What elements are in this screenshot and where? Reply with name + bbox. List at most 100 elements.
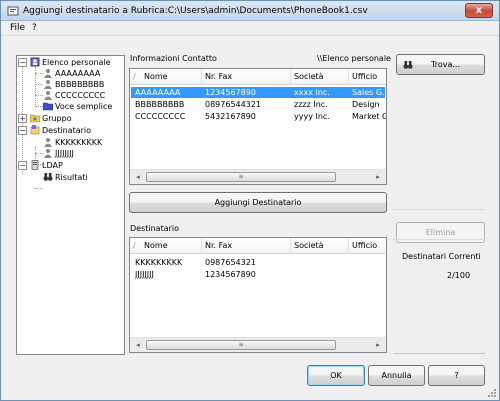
- column-sort-icon: /: [133, 72, 136, 81]
- find-button-label: Trova...: [431, 60, 460, 69]
- horizontal-scrollbar[interactable]: ◂ ≡ ▸: [130, 337, 386, 352]
- tree-label: AAAAAAAA: [55, 69, 101, 78]
- menu-help[interactable]: ?: [32, 23, 37, 33]
- contact-info-label: Informazioni Contatto: [130, 54, 217, 63]
- address-book-tree[interactable]: − Elenco personale AAAAAAAA BBBBBBBBB CC…: [16, 55, 125, 355]
- column-sort-icon: /: [133, 241, 136, 250]
- divider: [393, 239, 485, 240]
- cell-name: CCCCCCCCC: [135, 112, 186, 121]
- person-icon: [44, 138, 52, 147]
- scroll-thumb[interactable]: ≡: [146, 340, 336, 350]
- tree-label: BBBBBBBBB: [55, 80, 105, 89]
- person-icon: [44, 149, 52, 158]
- person-icon: [44, 80, 52, 89]
- folder-icon: [43, 102, 53, 111]
- tree-line: [35, 95, 43, 96]
- column-company[interactable]: Società: [294, 241, 324, 250]
- recipient-label: Destinatario: [130, 224, 180, 233]
- cell-name: JJJJJJJJ: [135, 270, 154, 279]
- current-recipients-count: 2/100: [447, 271, 471, 280]
- ok-button-label: OK: [330, 371, 342, 380]
- tree-label: Voce semplice: [55, 102, 113, 111]
- cancel-button[interactable]: Annulla: [368, 365, 425, 386]
- column-separator[interactable]: [201, 69, 202, 85]
- column-name[interactable]: Nome: [144, 72, 168, 81]
- help-button[interactable]: ?: [428, 365, 485, 386]
- add-recipient-button[interactable]: Aggiungi Destinatario: [129, 192, 387, 213]
- tree-node-group[interactable]: Gruppo: [30, 113, 72, 124]
- column-separator[interactable]: [290, 238, 291, 254]
- expand-toggle-recipient[interactable]: −: [18, 126, 27, 135]
- horizontal-scrollbar[interactable]: ◂ ≡ ▸: [130, 169, 386, 184]
- cancel-button-label: Annulla: [381, 371, 412, 380]
- tree-label: Destinatario: [42, 126, 92, 135]
- tree-node-recipient[interactable]: Destinatario: [30, 125, 91, 136]
- menu-bar: File ?: [1, 21, 499, 36]
- expand-toggle-personal[interactable]: −: [18, 58, 27, 67]
- tree-label: Gruppo: [42, 114, 72, 123]
- divider: [393, 209, 485, 210]
- cell-company: zzzz Inc.: [294, 100, 328, 109]
- recipient-list-header: / Nome Nr. Fax Società Ufficio: [130, 238, 386, 254]
- menu-file[interactable]: File: [10, 23, 25, 33]
- cell-fax: 0987654321: [205, 258, 256, 267]
- tree-line: [35, 188, 43, 189]
- column-company[interactable]: Società: [294, 72, 324, 81]
- find-button[interactable]: Trova...: [396, 54, 485, 75]
- tree-label: Risultati: [55, 173, 88, 182]
- expand-toggle-group[interactable]: +: [18, 114, 27, 123]
- app-icon: [7, 6, 19, 16]
- tree-node-contact[interactable]: AAAAAAAA: [43, 68, 100, 79]
- column-name[interactable]: Nome: [144, 241, 168, 250]
- title-bar[interactable]: Aggiungi destinatario a Rubrica:C:\Users…: [1, 1, 499, 21]
- tree-node-contact[interactable]: BBBBBBBBB: [43, 79, 104, 90]
- tree-node-personal[interactable]: Elenco personale: [30, 57, 111, 68]
- column-fax[interactable]: Nr. Fax: [205, 241, 232, 250]
- tree-label: KKKKKKKKK: [55, 138, 103, 147]
- table-row[interactable]: AAAAAAAA 1234567890 xxxx Inc. Sales G.: [131, 87, 385, 98]
- column-fax[interactable]: Nr. Fax: [205, 72, 232, 81]
- tree-node-recipient-item[interactable]: KKKKKKKKK: [43, 137, 102, 148]
- cell-name: AAAAAAAA: [135, 88, 181, 97]
- tree-node-ldap[interactable]: LDAP: [30, 160, 63, 171]
- cell-fax: 08976544321: [205, 100, 261, 109]
- binoculars-icon: [403, 61, 413, 69]
- resize-grip-icon[interactable]: [487, 388, 497, 398]
- ok-button[interactable]: OK: [307, 365, 365, 386]
- tree-node-contact[interactable]: CCCCCCCCC: [43, 90, 105, 101]
- close-button[interactable]: x: [465, 3, 493, 18]
- contact-list[interactable]: / Nome Nr. Fax Società Ufficio AAAAAAAA …: [129, 68, 387, 185]
- column-office[interactable]: Ufficio: [352, 72, 377, 81]
- tree-line: [35, 153, 43, 154]
- group-icon: [30, 114, 40, 123]
- person-icon: [44, 69, 52, 78]
- column-separator[interactable]: [290, 69, 291, 85]
- tree-node-results[interactable]: Risultati: [43, 172, 88, 183]
- column-separator[interactable]: [348, 238, 349, 254]
- cell-fax: 5432167890: [205, 112, 256, 121]
- column-separator[interactable]: [348, 69, 349, 85]
- table-row[interactable]: BBBBBBBBB 08976544321 zzzz Inc. Design: [131, 99, 385, 110]
- current-folder-path: \\Elenco personale: [317, 54, 391, 63]
- column-office[interactable]: Ufficio: [352, 241, 377, 250]
- cell-fax: 1234567890: [205, 88, 256, 97]
- scroll-left-icon[interactable]: ◂: [131, 171, 145, 183]
- cell-office: Market G.: [352, 112, 387, 121]
- binoculars-icon: [43, 173, 53, 181]
- table-row[interactable]: KKKKKKKKK 0987654321: [131, 257, 385, 268]
- cell-office: Sales G.: [352, 88, 385, 97]
- scroll-right-icon[interactable]: ▸: [371, 171, 385, 183]
- scroll-left-icon[interactable]: ◂: [131, 339, 145, 351]
- tree-node-simple-entry[interactable]: Voce semplice: [43, 101, 112, 112]
- table-row[interactable]: CCCCCCCCC 5432167890 yyyy Inc. Market G.: [131, 111, 387, 122]
- tree-node-recipient-item[interactable]: JJJJJJJJ: [43, 148, 74, 159]
- expand-toggle-ldap[interactable]: −: [18, 161, 27, 170]
- table-row[interactable]: JJJJJJJJ 1234567890: [131, 269, 385, 280]
- tree-line: [35, 73, 43, 74]
- cell-name: KKKKKKKKK: [135, 258, 183, 267]
- tree-label: Elenco personale: [42, 58, 111, 67]
- recipient-list[interactable]: / Nome Nr. Fax Società Ufficio KKKKKKKKK…: [129, 237, 387, 353]
- column-separator[interactable]: [201, 238, 202, 254]
- scroll-thumb[interactable]: ≡: [146, 172, 336, 182]
- scroll-right-icon[interactable]: ▸: [371, 339, 385, 351]
